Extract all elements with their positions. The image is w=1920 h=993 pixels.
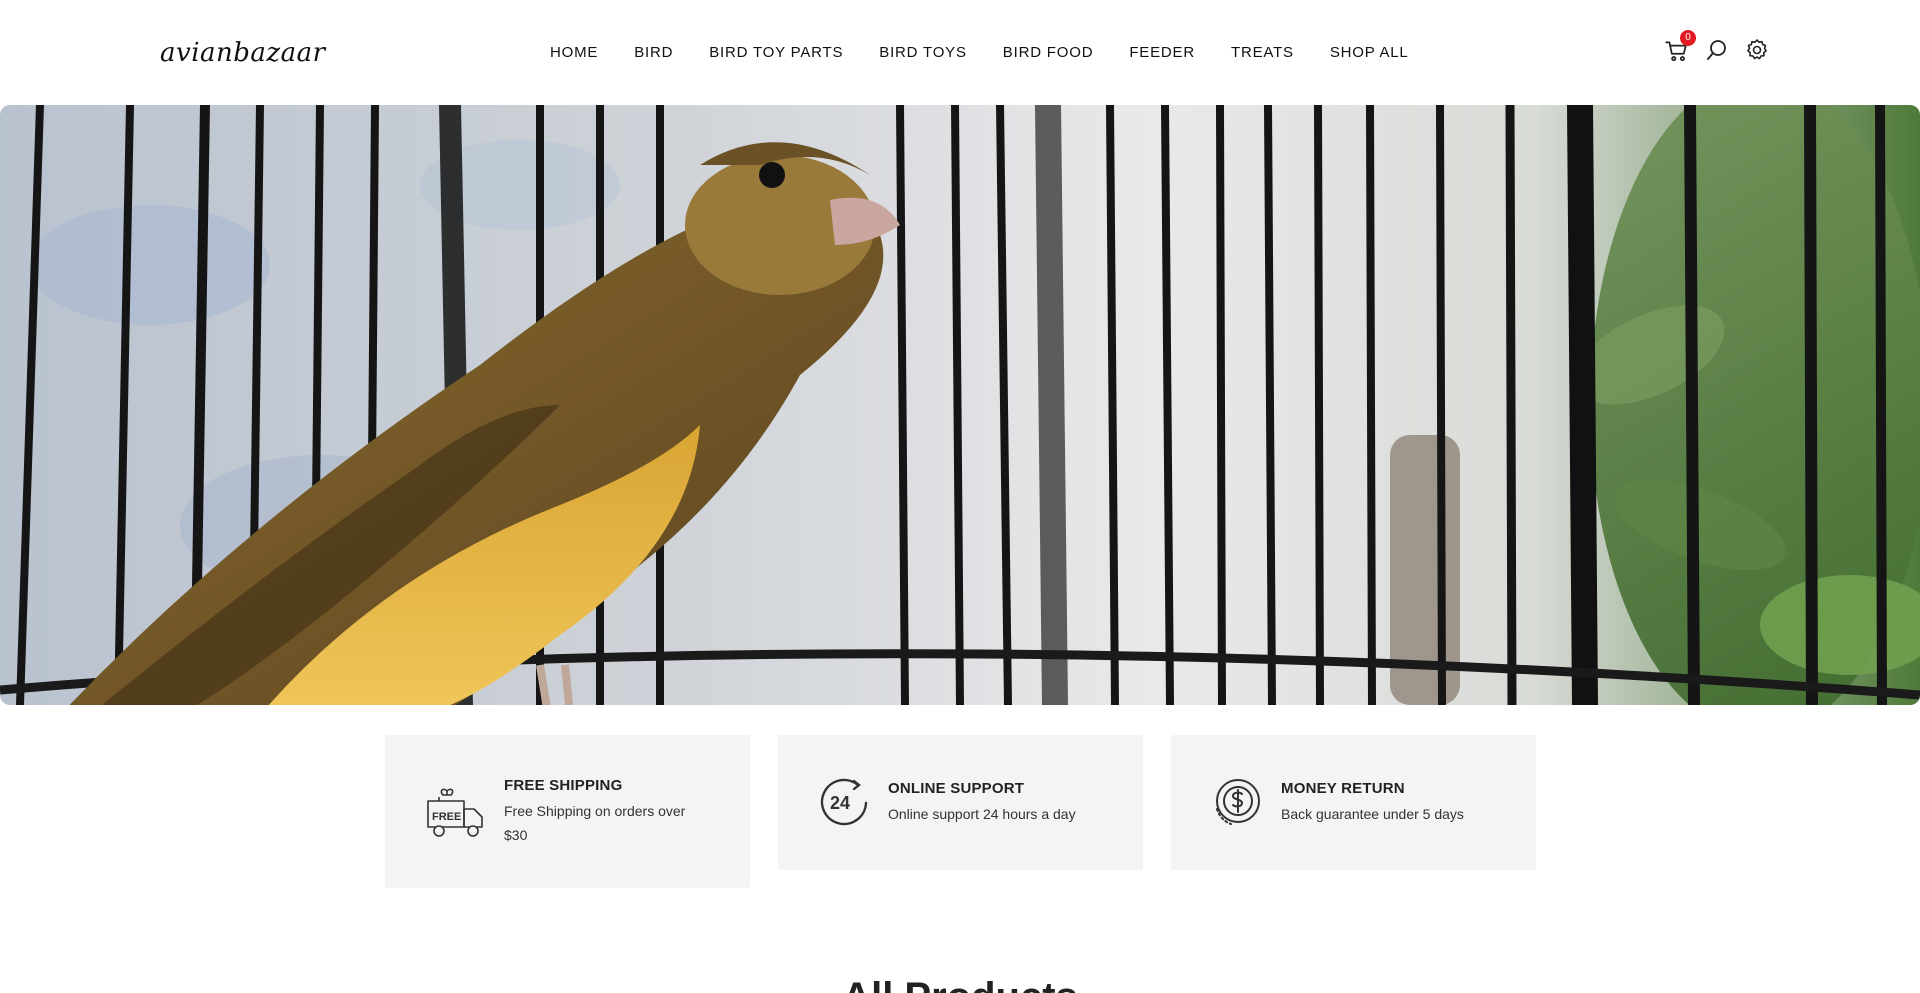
nav-item-shop-all[interactable]: SHOP ALL — [1312, 44, 1427, 61]
svg-text:24: 24 — [830, 793, 850, 813]
site-header: avianbazaar HOME BIRD BIRD TOY PARTS BIR… — [0, 0, 1920, 105]
search-button[interactable] — [1705, 38, 1731, 64]
site-logo[interactable]: avianbazaar — [160, 38, 326, 68]
feature-description: Back guarantee under 5 days — [1281, 806, 1464, 822]
feature-money-return: MONEY RETURN Back guarantee under 5 days — [1171, 735, 1536, 870]
nav-item-bird[interactable]: BIRD — [616, 44, 691, 61]
cart-button[interactable]: 0 — [1664, 30, 1696, 64]
feature-description: Online support 24 hours a day — [888, 806, 1076, 822]
free-shipping-truck-icon: FREE — [427, 788, 483, 837]
search-icon — [1707, 40, 1726, 60]
feature-online-support: 24 ONLINE SUPPORT Online support 24 hour… — [778, 735, 1143, 870]
nav-item-treats[interactable]: TREATS — [1213, 44, 1312, 61]
nav-item-feeder[interactable]: FEEDER — [1111, 44, 1213, 61]
main-nav: HOME BIRD BIRD TOY PARTS BIRD TOYS BIRD … — [532, 44, 1427, 61]
nav-item-bird-toys[interactable]: BIRD TOYS — [861, 44, 985, 61]
money-return-icon — [1216, 779, 1260, 825]
cart-count-badge: 0 — [1680, 30, 1696, 46]
feature-title: FREE SHIPPING — [504, 777, 623, 794]
feature-title: MONEY RETURN — [1281, 780, 1405, 797]
all-products-heading: All Products — [0, 975, 1920, 993]
nav-item-home[interactable]: HOME — [532, 44, 616, 61]
nav-item-bird-toy-parts[interactable]: BIRD TOY PARTS — [691, 44, 861, 61]
settings-button[interactable] — [1745, 38, 1771, 64]
svg-text:FREE: FREE — [432, 811, 461, 823]
hero-image — [0, 105, 1920, 705]
feature-free-shipping: FREE FREE SHIPPING Free Shipping on orde… — [385, 735, 750, 888]
gear-icon — [1747, 39, 1767, 60]
feature-title: ONLINE SUPPORT — [888, 780, 1025, 797]
nav-item-bird-food[interactable]: BIRD FOOD — [985, 44, 1112, 61]
feature-description: Free Shipping on orders over $30 — [504, 803, 686, 843]
hero-banner[interactable] — [0, 105, 1920, 705]
24-hour-support-icon: 24 — [820, 778, 868, 826]
